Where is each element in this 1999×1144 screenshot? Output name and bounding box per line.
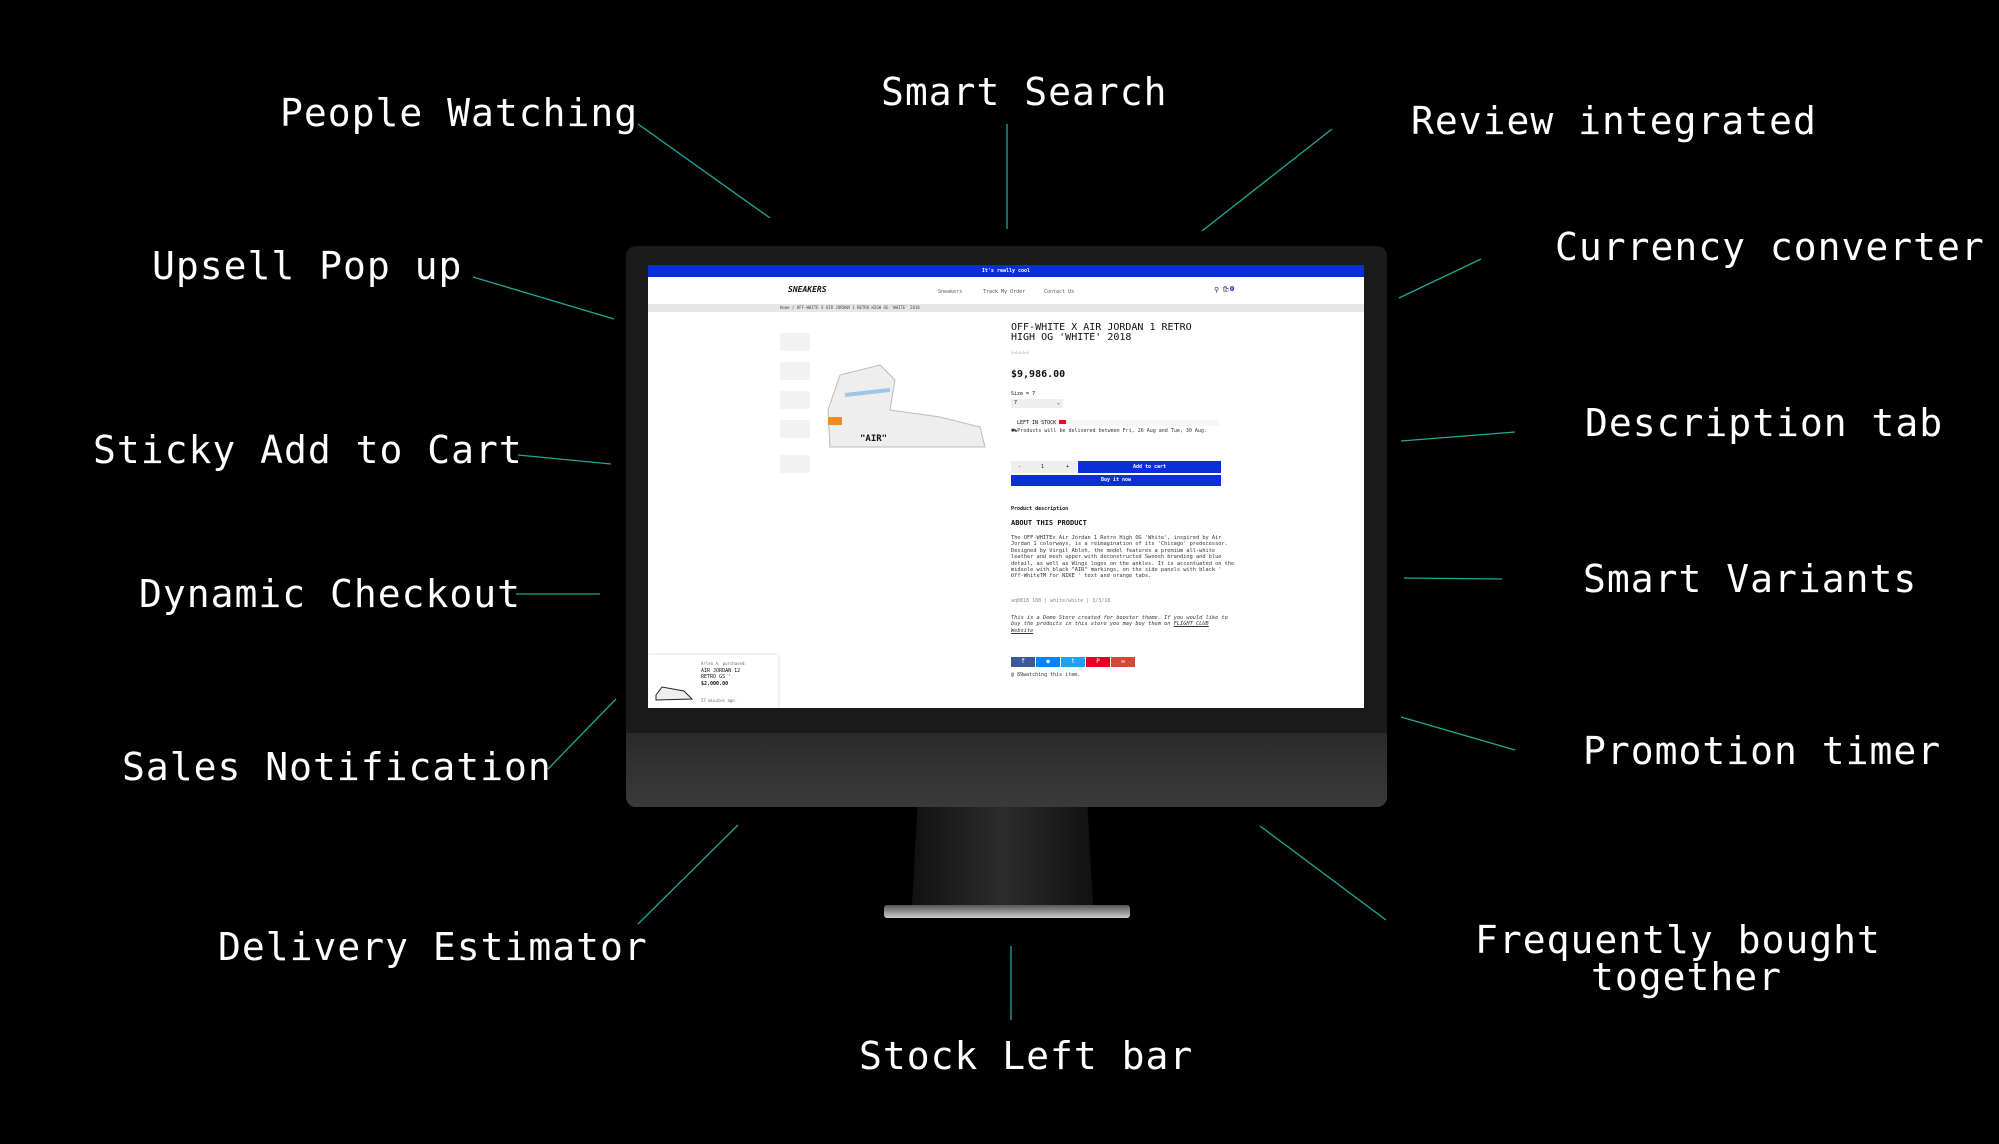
label-sticky-add-to-cart: Sticky Add to Cart (93, 428, 523, 472)
thumbnail[interactable] (780, 391, 810, 409)
label-currency-converter: Currency converter (1555, 225, 1985, 269)
demo-note: This is a Demo Store created for booster… (1011, 615, 1231, 634)
about-title: ABOUT THIS PRODUCT (1011, 519, 1087, 527)
size-value: 7 (1014, 400, 1018, 406)
callout-line (517, 454, 612, 465)
nav-track-order[interactable]: Track My Order (983, 289, 1025, 295)
product-sku: aq0818 100 | white/white | 3/3/18 (1011, 598, 1111, 604)
product-price: $9,986.00 (1011, 369, 1066, 380)
callout-line (472, 276, 615, 320)
stock-label: LEFT IN STOCK (1017, 420, 1057, 426)
chevron-down-icon: ⌄ (1056, 400, 1060, 406)
sales-time: 27 minutes ago. (701, 698, 738, 703)
label-delivery-estimator: Delivery Estimator (218, 925, 648, 969)
people-watching: @ 89watching this item. (1011, 672, 1081, 678)
product-title: OFF-WHITE X AIR JORDAN 1 RETRO HIGH OG 'W… (1011, 323, 1192, 343)
callout-line (1201, 128, 1333, 232)
monitor-stand (912, 807, 1093, 905)
product-image: "AIR" (827, 364, 986, 448)
callout-line (1403, 577, 1503, 580)
share-buttons: f ● t P ✉ (1011, 648, 1136, 667)
monitor-foot (884, 905, 1130, 918)
size-label: Size = 7 (1011, 391, 1036, 397)
thumbnail[interactable] (780, 362, 810, 380)
stock-fill (1059, 420, 1067, 424)
label-dynamic-checkout: Dynamic Checkout (139, 572, 522, 616)
label-upsell-popup: Upsell Pop up (152, 244, 463, 288)
sales-notification-popup[interactable]: Arlen A. purchased: AIR JORDAN 12 RETRO … (648, 655, 778, 708)
label-promotion-timer: Promotion timer (1583, 729, 1942, 773)
monitor-chin (626, 733, 1387, 807)
pinterest-icon[interactable]: P (1086, 657, 1110, 667)
quantity-stepper[interactable]: - 1 + (1011, 461, 1077, 473)
label-smart-variants: Smart Variants (1583, 557, 1918, 601)
announcement-bar: It's really cool (648, 265, 1364, 277)
thumbnail[interactable] (780, 333, 810, 351)
tab-product-description[interactable]: Product description (1011, 506, 1068, 512)
label-stock-left-bar: Stock Left bar (859, 1034, 1194, 1078)
facebook-icon[interactable]: f (1011, 657, 1035, 667)
cart-count: 0 (1229, 286, 1235, 291)
delivery-text: Products will be delivered between Fri, … (1017, 428, 1207, 434)
sales-item: RETRO GS ' (701, 674, 732, 680)
qty-plus-button[interactable]: + (1066, 461, 1069, 473)
nav-contact[interactable]: Contact Us (1044, 289, 1074, 295)
add-to-cart-button[interactable]: Add to cart (1078, 461, 1221, 473)
messenger-icon[interactable]: ● (1036, 657, 1060, 667)
about-text: The OFF-WHITEx Air Jordan 1 Retro High O… (1011, 535, 1235, 580)
callout-line (1400, 431, 1516, 442)
breadcrumb: Home / OFF-WHITE X AIR JORDAN 1 RETRO HI… (648, 304, 1364, 312)
shoe-air-text: "AIR" (860, 434, 887, 444)
label-description-tab: Description tab (1585, 401, 1944, 445)
email-icon[interactable]: ✉ (1111, 657, 1135, 667)
callout-line (1400, 716, 1516, 751)
title-line: HIGH OG 'WHITE' 2018 (1011, 332, 1132, 343)
store-screen: It's really cool SNEAKERS Sneakers Track… (648, 265, 1364, 708)
callout-line (1398, 258, 1482, 299)
qty-value[interactable]: 1 (1041, 461, 1044, 473)
label-people-watching: People Watching (280, 91, 639, 135)
delivery-estimate: ⛟Products will be delivered between Fri,… (1011, 428, 1221, 434)
sales-price: $2,000.00 (701, 681, 729, 687)
callout-line (1259, 825, 1387, 921)
search-icon[interactable]: ⚲ (1214, 286, 1219, 294)
sales-product-image (655, 686, 694, 701)
label-sales-notification: Sales Notification (122, 745, 552, 789)
store-logo[interactable]: SNEAKERS (788, 285, 827, 294)
callout-line (637, 824, 739, 925)
thumbnail[interactable] (780, 420, 810, 438)
label-frequently-bought-2: together (1591, 955, 1783, 999)
label-smart-search: Smart Search (881, 70, 1168, 114)
nav-sneakers[interactable]: Sneakers (938, 289, 962, 295)
qty-minus-button[interactable]: - (1018, 461, 1021, 473)
label-review-integrated: Review integrated (1411, 99, 1817, 143)
sales-buyer: Arlen A. purchased: (701, 661, 747, 666)
review-stars[interactable]: ☆☆☆☆☆ (1011, 349, 1029, 356)
stock-left-bar: LEFT IN STOCK (1017, 420, 1219, 426)
callout-line (547, 698, 617, 770)
thumbnail[interactable] (780, 455, 810, 473)
size-select[interactable]: 7 ⌄ (1011, 399, 1063, 408)
buy-now-button[interactable]: Buy it now (1011, 475, 1221, 486)
callout-line (637, 123, 771, 219)
cart-icon[interactable]: 🛍0 (1222, 286, 1235, 293)
twitter-icon[interactable]: t (1061, 657, 1085, 667)
